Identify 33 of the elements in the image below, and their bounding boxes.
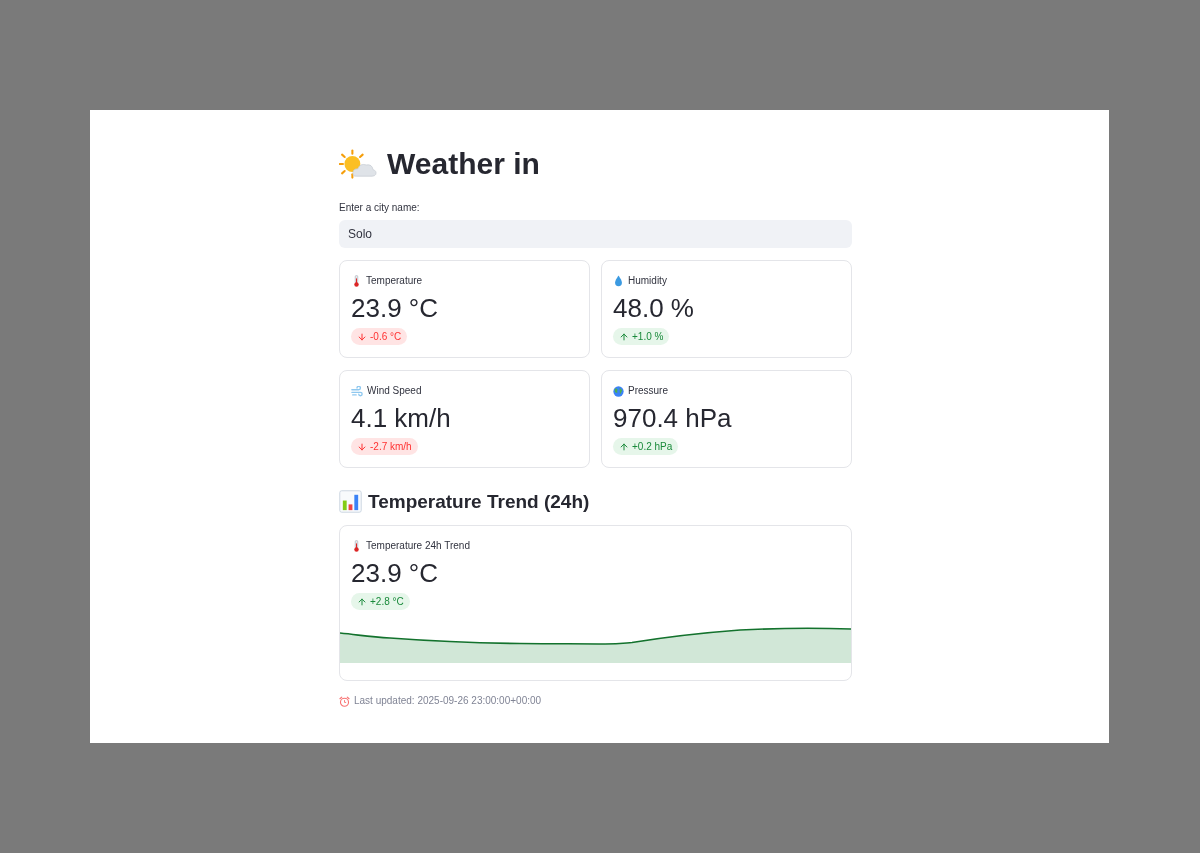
thermometer-icon <box>351 540 362 552</box>
sun-behind-cloud-icon <box>339 149 377 179</box>
input-label: Enter a city name: <box>339 201 420 215</box>
metric-value: 970.4 hPa <box>613 402 732 434</box>
metric-label: Temperature 24h Trend <box>366 541 470 551</box>
bar-chart-icon <box>339 489 362 513</box>
metric-label: Pressure <box>628 386 668 396</box>
metric-value: 23.9 °C <box>351 292 438 324</box>
alarm-clock-icon <box>339 695 350 707</box>
wind-icon <box>351 385 363 397</box>
delta-value: +2.8 °C <box>370 596 404 607</box>
delta-value: -0.6 °C <box>370 331 402 342</box>
metric-label: Wind Speed <box>367 386 422 396</box>
delta-value: +0.2 hPa <box>632 441 673 452</box>
metric-label: Temperature <box>366 276 423 286</box>
globe-icon <box>613 385 624 397</box>
arrow-up-icon <box>619 441 629 452</box>
metric-label: Humidity <box>628 276 667 286</box>
arrow-up-icon <box>619 331 629 342</box>
last-updated-text: Last updated: 2025-09-26 23:00:00+00:00 <box>354 696 542 706</box>
arrow-down-icon <box>357 441 367 452</box>
arrow-up-icon <box>357 596 367 607</box>
city-input-field[interactable]: Solo <box>339 220 852 248</box>
arrow-down-icon <box>357 331 367 342</box>
delta-value: -2.7 km/h <box>370 441 412 452</box>
delta-value: +1.0 % <box>632 331 664 342</box>
section-heading: Temperature Trend (24h) <box>368 491 590 511</box>
page-title: Weather in <box>387 149 540 179</box>
metric-value: 48.0 % <box>613 292 694 324</box>
droplet-icon <box>613 275 624 287</box>
metric-value: 23.9 °C <box>351 557 438 589</box>
thermometer-icon <box>351 275 362 287</box>
metric-value: 4.1 km/h <box>351 402 451 434</box>
